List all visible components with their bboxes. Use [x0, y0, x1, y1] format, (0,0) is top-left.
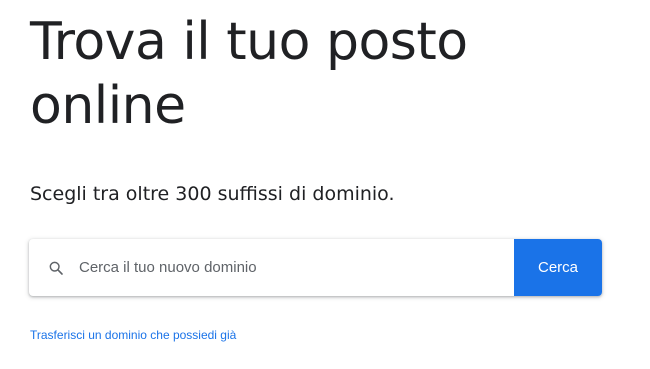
page-subtitle: Scegli tra oltre 300 suffissi di dominio… — [30, 183, 395, 205]
page-title: Trova il tuo posto online — [30, 10, 630, 138]
page-title-line-2: online — [30, 76, 186, 136]
search-button[interactable]: Cerca — [514, 239, 602, 296]
search-field[interactable] — [29, 239, 514, 296]
domain-search-input[interactable] — [79, 239, 514, 296]
domain-search-bar: Cerca — [29, 239, 602, 296]
page-title-line-1: Trova il tuo posto — [30, 12, 468, 72]
search-icon — [47, 259, 65, 277]
transfer-domain-link[interactable]: Trasferisci un dominio che possiedi già — [30, 328, 236, 342]
